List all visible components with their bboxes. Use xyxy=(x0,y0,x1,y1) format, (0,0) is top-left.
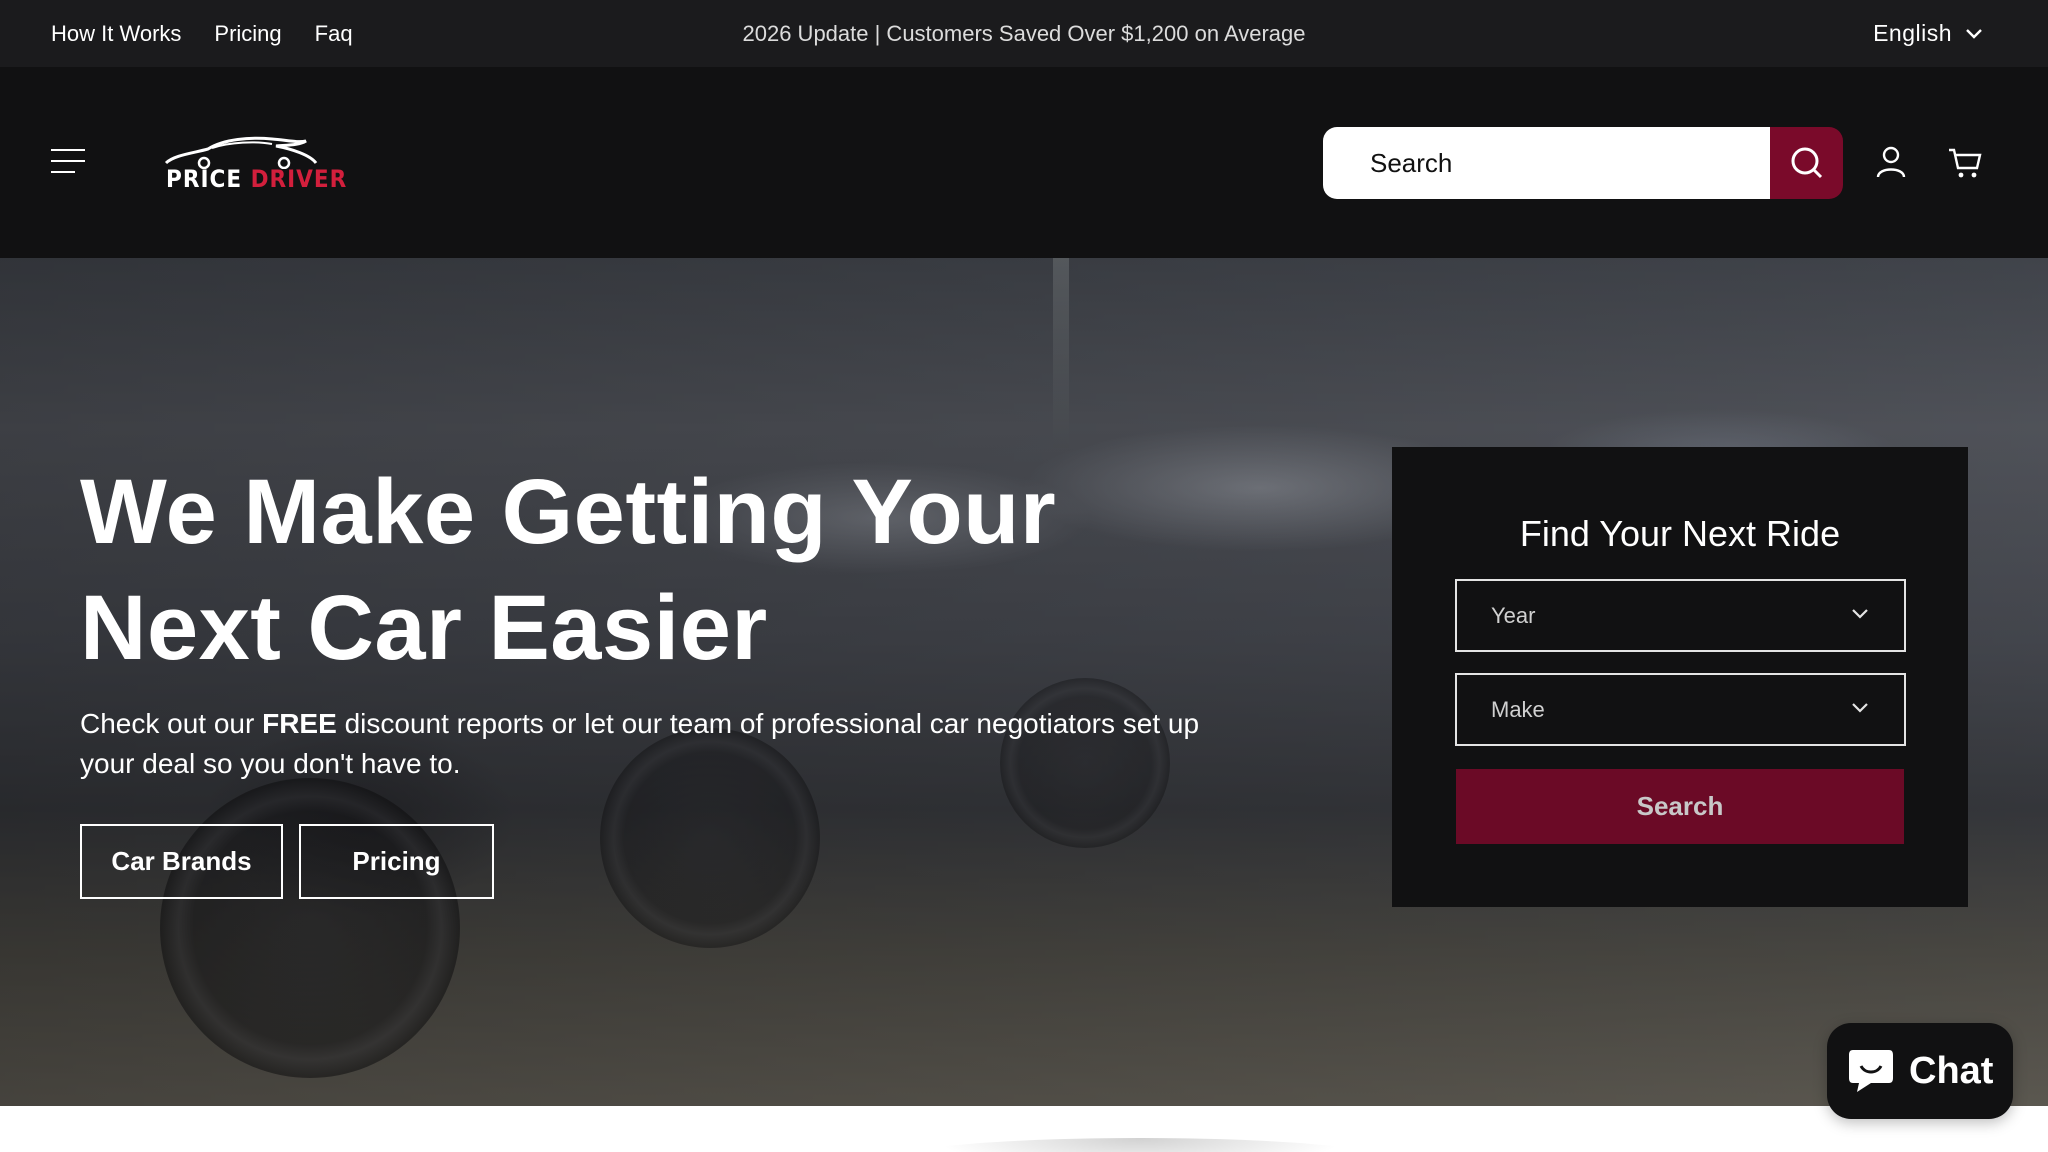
language-selector[interactable]: English xyxy=(1873,20,1982,47)
search-icon xyxy=(1791,147,1822,179)
top-nav: How It Works Pricing Faq xyxy=(51,0,353,67)
pricing-button[interactable]: Pricing xyxy=(299,824,494,899)
account-icon[interactable] xyxy=(1876,145,1906,179)
hero-section: We Make Getting Your Next Car Easier Che… xyxy=(0,258,2048,1106)
finder-title: Find Your Next Ride xyxy=(1519,513,1841,554)
car-brands-button[interactable]: Car Brands xyxy=(80,824,283,899)
hero-heading: We Make Getting Your Next Car Easier xyxy=(80,454,1080,686)
chevron-down-icon xyxy=(1966,28,1982,39)
chevron-down-icon xyxy=(1852,609,1868,619)
chat-label: Chat xyxy=(1909,1049,1994,1092)
free-highlight: FREE xyxy=(262,708,337,739)
make-select[interactable]: Make xyxy=(1455,673,1906,746)
cart-icon[interactable] xyxy=(1948,147,1982,179)
hero-heading-line-1: We Make Getting Your xyxy=(80,461,1057,563)
site-header: PRICE DRIVER xyxy=(0,67,2048,258)
section-divider xyxy=(900,1138,1380,1152)
language-label: English xyxy=(1873,20,1952,46)
chat-button[interactable]: Chat xyxy=(1827,1023,2013,1119)
search-bar xyxy=(1323,127,1843,199)
nav-link-faq[interactable]: Faq xyxy=(315,21,353,47)
search-input[interactable] xyxy=(1323,127,1770,199)
hero-subtitle: Check out our FREE discount reports or l… xyxy=(80,708,1200,779)
logo-wordmark: PRICE DRIVER xyxy=(166,165,348,193)
hero-heading-line-2: Next Car Easier xyxy=(80,577,768,679)
vehicle-finder-card: Find Your Next Ride Year Make Search xyxy=(1392,447,1968,907)
chevron-down-icon xyxy=(1852,703,1868,713)
nav-link-pricing[interactable]: Pricing xyxy=(214,21,281,47)
search-button[interactable] xyxy=(1770,127,1843,199)
finder-search-button[interactable]: Search xyxy=(1456,769,1904,844)
chat-bubble-icon xyxy=(1849,1050,1893,1092)
make-select-value: Make xyxy=(1491,696,1545,722)
year-select[interactable]: Year xyxy=(1455,579,1906,652)
menu-icon[interactable] xyxy=(51,149,85,175)
year-select-value: Year xyxy=(1491,602,1536,628)
logo[interactable]: PRICE DRIVER xyxy=(164,129,346,199)
announcement-bar: How It Works Pricing Faq 2026 Update | C… xyxy=(0,0,2048,67)
nav-link-how-it-works[interactable]: How It Works xyxy=(51,21,181,47)
car-silhouette-logo-icon xyxy=(164,136,318,169)
